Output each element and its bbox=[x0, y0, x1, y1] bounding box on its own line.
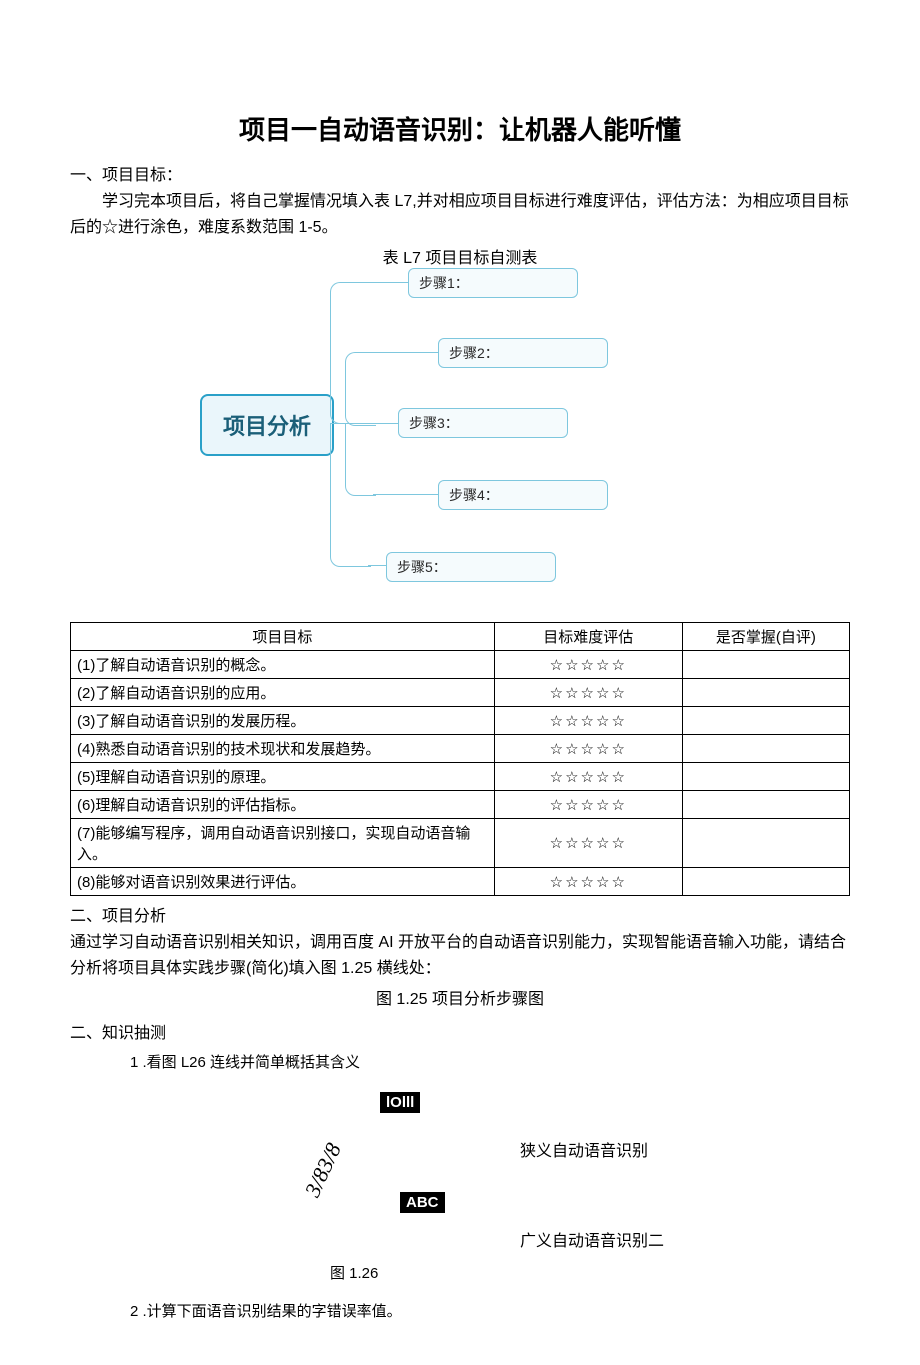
rotated-label: 3/83/8 bbox=[299, 1139, 346, 1201]
selfcheck-cell bbox=[682, 707, 849, 735]
mindmap-step5: 步骤5： bbox=[386, 552, 556, 582]
goal-cell: (8)能够对语音识别效果进行评估。 bbox=[71, 868, 495, 896]
mindmap-connector bbox=[373, 352, 438, 353]
goal-cell: (2)了解自动语音识别的应用。 bbox=[71, 679, 495, 707]
selfcheck-cell bbox=[682, 791, 849, 819]
stars-cell: ☆☆☆☆☆ bbox=[494, 735, 682, 763]
mindmap-connector bbox=[345, 352, 376, 426]
section3-heading: 二、知识抽测 bbox=[70, 1019, 850, 1043]
stars-cell: ☆☆☆☆☆ bbox=[494, 679, 682, 707]
answer-broad: 广义自动语音识别二 bbox=[520, 1227, 664, 1251]
fig126-caption: 图 1.26 bbox=[330, 1262, 378, 1283]
question2: 2 .计算下面语音识别结果的字错误率值。 bbox=[130, 1300, 850, 1321]
goals-table: 项目目标 目标难度评估 是否掌握(自评) (1)了解自动语音识别的概念。☆☆☆☆… bbox=[70, 622, 850, 896]
stars-cell: ☆☆☆☆☆ bbox=[494, 763, 682, 791]
table-row: (4)熟悉自动语音识别的技术现状和发展趋势。☆☆☆☆☆ bbox=[71, 735, 850, 763]
black-box-1: lOlll bbox=[380, 1092, 420, 1113]
question1-diagram: lOlll 3/83/8 ABC 狭义自动语音识别 广义自动语音识别二 图 1.… bbox=[200, 1082, 760, 1292]
goal-cell: (1)了解自动语音识别的概念。 bbox=[71, 651, 495, 679]
table-row: (1)了解自动语音识别的概念。☆☆☆☆☆ bbox=[71, 651, 850, 679]
selfcheck-cell bbox=[682, 868, 849, 896]
table-row: (8)能够对语音识别效果进行评估。☆☆☆☆☆ bbox=[71, 868, 850, 896]
stars-cell: ☆☆☆☆☆ bbox=[494, 819, 682, 868]
answer-narrow: 狭义自动语音识别 bbox=[520, 1137, 648, 1161]
table-header-row: 项目目标 目标难度评估 是否掌握(自评) bbox=[71, 623, 850, 651]
stars-cell: ☆☆☆☆☆ bbox=[494, 791, 682, 819]
table-row: (5)理解自动语音识别的原理。☆☆☆☆☆ bbox=[71, 763, 850, 791]
section1-paragraph: 学习完本项目后，将自己掌握情况填入表 L7,并对相应项目目标进行难度评估，评估方… bbox=[70, 189, 850, 240]
mindmap-connector bbox=[373, 494, 438, 495]
mindmap-step1: 步骤1： bbox=[408, 268, 578, 298]
fig125-caption: 图 1.25 项目分析步骤图 bbox=[70, 985, 850, 1009]
goal-cell: (4)熟悉自动语音识别的技术现状和发展趋势。 bbox=[71, 735, 495, 763]
mindmap-step3: 步骤3： bbox=[398, 408, 568, 438]
mindmap-step4: 步骤4： bbox=[438, 480, 608, 510]
section1-heading: 一、项目目标： bbox=[70, 161, 850, 185]
mindmap-diagram: 项目分析 步骤1： 步骤2： 步骤3： 步骤4： 步骤5： bbox=[190, 274, 730, 614]
table-row: (7)能够编写程序，调用自动语音识别接口，实现自动语音输入。☆☆☆☆☆ bbox=[71, 819, 850, 868]
mindmap-connector bbox=[368, 282, 408, 283]
stars-cell: ☆☆☆☆☆ bbox=[494, 651, 682, 679]
table-caption: 表 L7 项目目标自测表 bbox=[70, 244, 850, 268]
stars-cell: ☆☆☆☆☆ bbox=[494, 707, 682, 735]
black-box-2: ABC bbox=[400, 1192, 445, 1213]
col-selfcheck-header: 是否掌握(自评) bbox=[682, 623, 849, 651]
section2-paragraph: 通过学习自动语音识别相关知识，调用百度 AI 开放平台的自动语音识别能力，实现智… bbox=[70, 930, 850, 981]
page-title: 项目一自动语音识别：让机器人能听懂 bbox=[70, 110, 850, 147]
stars-cell: ☆☆☆☆☆ bbox=[494, 868, 682, 896]
mindmap-step2: 步骤2： bbox=[438, 338, 608, 368]
goal-cell: (6)理解自动语音识别的评估指标。 bbox=[71, 791, 495, 819]
mindmap-connector bbox=[368, 565, 386, 566]
col-difficulty-header: 目标难度评估 bbox=[494, 623, 682, 651]
mindmap-root: 项目分析 bbox=[200, 394, 334, 456]
question1: 1 .看图 L26 连线并简单概括其含义 bbox=[130, 1051, 850, 1072]
selfcheck-cell bbox=[682, 735, 849, 763]
goal-cell: (3)了解自动语音识别的发展历程。 bbox=[71, 707, 495, 735]
goal-cell: (7)能够编写程序，调用自动语音识别接口，实现自动语音输入。 bbox=[71, 819, 495, 868]
table-row: (6)理解自动语音识别的评估指标。☆☆☆☆☆ bbox=[71, 791, 850, 819]
selfcheck-cell bbox=[682, 763, 849, 791]
goal-cell: (5)理解自动语音识别的原理。 bbox=[71, 763, 495, 791]
selfcheck-cell bbox=[682, 819, 849, 868]
mindmap-connector bbox=[330, 423, 371, 567]
table-row: (3)了解自动语音识别的发展历程。☆☆☆☆☆ bbox=[71, 707, 850, 735]
selfcheck-cell bbox=[682, 651, 849, 679]
col-goal-header: 项目目标 bbox=[71, 623, 495, 651]
selfcheck-cell bbox=[682, 679, 849, 707]
table-row: (2)了解自动语音识别的应用。☆☆☆☆☆ bbox=[71, 679, 850, 707]
section2-heading: 二、项目分析 bbox=[70, 902, 850, 926]
